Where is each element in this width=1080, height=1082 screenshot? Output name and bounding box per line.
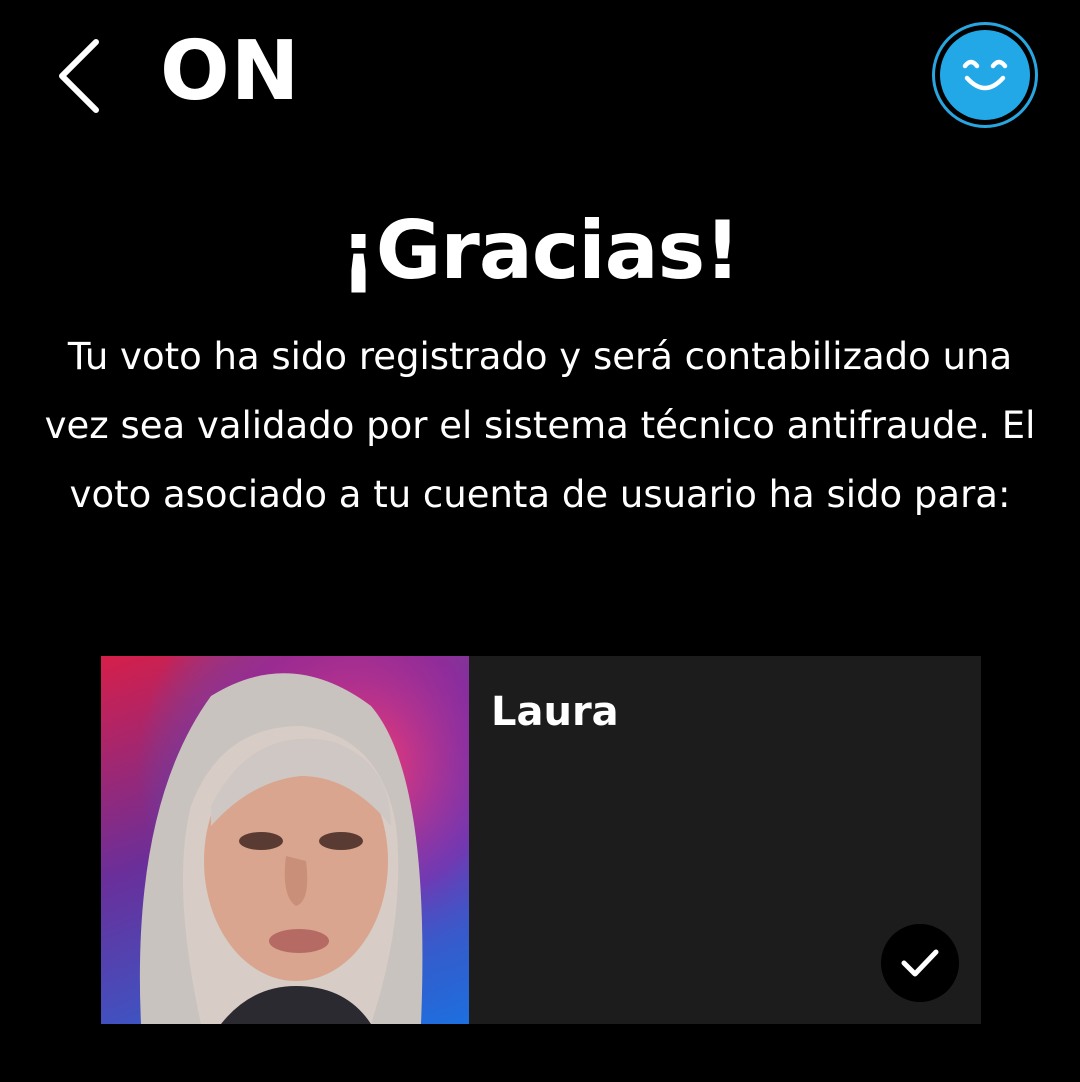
vote-card: Laura [101,656,981,1024]
smiley-face-icon [962,59,1008,91]
selected-badge [881,924,959,1002]
candidate-photo [101,656,469,1024]
checkmark-icon [901,949,939,977]
chevron-left-icon [59,39,99,113]
vote-card-body: Laura [469,656,981,1024]
app-header: ON [0,0,1080,150]
candidate-name: Laura [491,689,619,735]
back-button[interactable] [48,36,112,116]
page-title: ¡Gracias! [340,204,741,297]
profile-avatar-button[interactable] [932,22,1038,128]
brand-logo: ON [160,24,301,119]
confirmation-message: Tu voto ha sido registrado y será contab… [44,335,1036,516]
candidate-portrait [101,656,469,1024]
avatar [940,30,1030,120]
